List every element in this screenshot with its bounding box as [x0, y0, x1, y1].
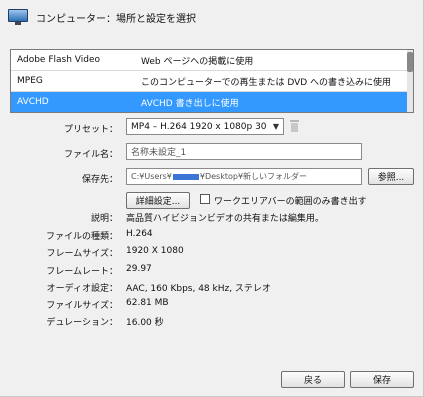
save-button[interactable]: 保存 [350, 371, 414, 388]
format-desc: Web ページへの掲載に使用 [141, 56, 254, 67]
filename-input[interactable]: 名称未設定_1 [126, 143, 362, 160]
description-label: 説明： [90, 214, 118, 224]
format-name: MPEG [17, 76, 43, 86]
preset-label: プリセット： [63, 125, 118, 135]
duration-label: デュレーション： [46, 318, 118, 328]
framesize-label: フレームサイズ： [46, 249, 118, 259]
chevron-down-icon[interactable]: ▼ [269, 122, 283, 131]
filetype-value: H.264 [126, 229, 153, 239]
description-value: 高品質ハイビジョンビデオの共有または編集用。 [126, 214, 324, 224]
saveto-suffix: ¥Desktop¥新しいフォルダー [199, 172, 308, 181]
trash-icon[interactable] [290, 120, 299, 132]
framerate-label: フレームレート： [46, 267, 118, 277]
format-item-mpeg[interactable]: MPEG このコンピューターでの再生または DVD への書き込みに使用 [11, 71, 413, 92]
scrollbar-thumb[interactable] [407, 52, 413, 72]
audio-value: AAC, 160 Kbps, 48 kHz, ステレオ [126, 284, 271, 294]
filename-value: 名称未設定_1 [131, 148, 187, 158]
back-button[interactable]: 戻る [281, 371, 345, 388]
format-desc: AVCHD 書き出しに使用 [141, 98, 239, 109]
framerate-value: 29.97 [126, 264, 152, 274]
filetype-label: ファイルの種類： [45, 232, 118, 242]
format-desc: このコンピューターでの再生または DVD への書き込みに使用 [141, 77, 392, 88]
advanced-settings-button[interactable]: 詳細設定... [126, 192, 190, 209]
format-item-flash[interactable]: Adobe Flash Video Web ページへの掲載に使用 [11, 50, 413, 71]
dialog-header: コンピューター：場所と設定を選択 [8, 6, 196, 28]
format-name: Adobe Flash Video [17, 55, 100, 65]
audio-label: オーディオ設定： [46, 284, 118, 294]
saveto-prefix: C:¥Users¥ [131, 172, 172, 181]
saveto-label: 保存先： [81, 175, 118, 185]
filesize-value: 62.81 MB [126, 298, 169, 308]
redacted-username [172, 173, 199, 180]
filesize-label: ファイルサイズ： [46, 301, 118, 311]
export-dialog: コンピューター：場所と設定を選択 Adobe Flash Video Web ペ… [0, 0, 424, 397]
framesize-value: 1920 X 1080 [126, 246, 184, 256]
dialog-title: コンピューター：場所と設定を選択 [36, 13, 196, 25]
format-name: AVCHD [17, 97, 49, 107]
monitor-icon [8, 9, 28, 25]
format-item-avchd[interactable]: AVCHD AVCHD 書き出しに使用 [11, 92, 413, 112]
format-list[interactable]: Adobe Flash Video Web ページへの掲載に使用 MPEG この… [10, 49, 414, 113]
filename-label: ファイル名： [63, 150, 118, 160]
browse-button[interactable]: 参照... [368, 168, 414, 185]
workarea-checkbox-label: ワークエリアバーの範囲のみ書き出す [214, 197, 367, 207]
preset-value: MP4 – H.264 1920 x 1080p 30 [131, 121, 267, 132]
preset-select[interactable]: MP4 – H.264 1920 x 1080p 30 ▼ [126, 118, 284, 135]
duration-value: 16.00 秒 [126, 318, 164, 328]
saveto-input[interactable]: C:¥Users¥ ¥Desktop¥新しいフォルダー [126, 168, 362, 185]
workarea-checkbox[interactable] [200, 194, 210, 204]
list-scrollbar[interactable] [407, 50, 413, 112]
